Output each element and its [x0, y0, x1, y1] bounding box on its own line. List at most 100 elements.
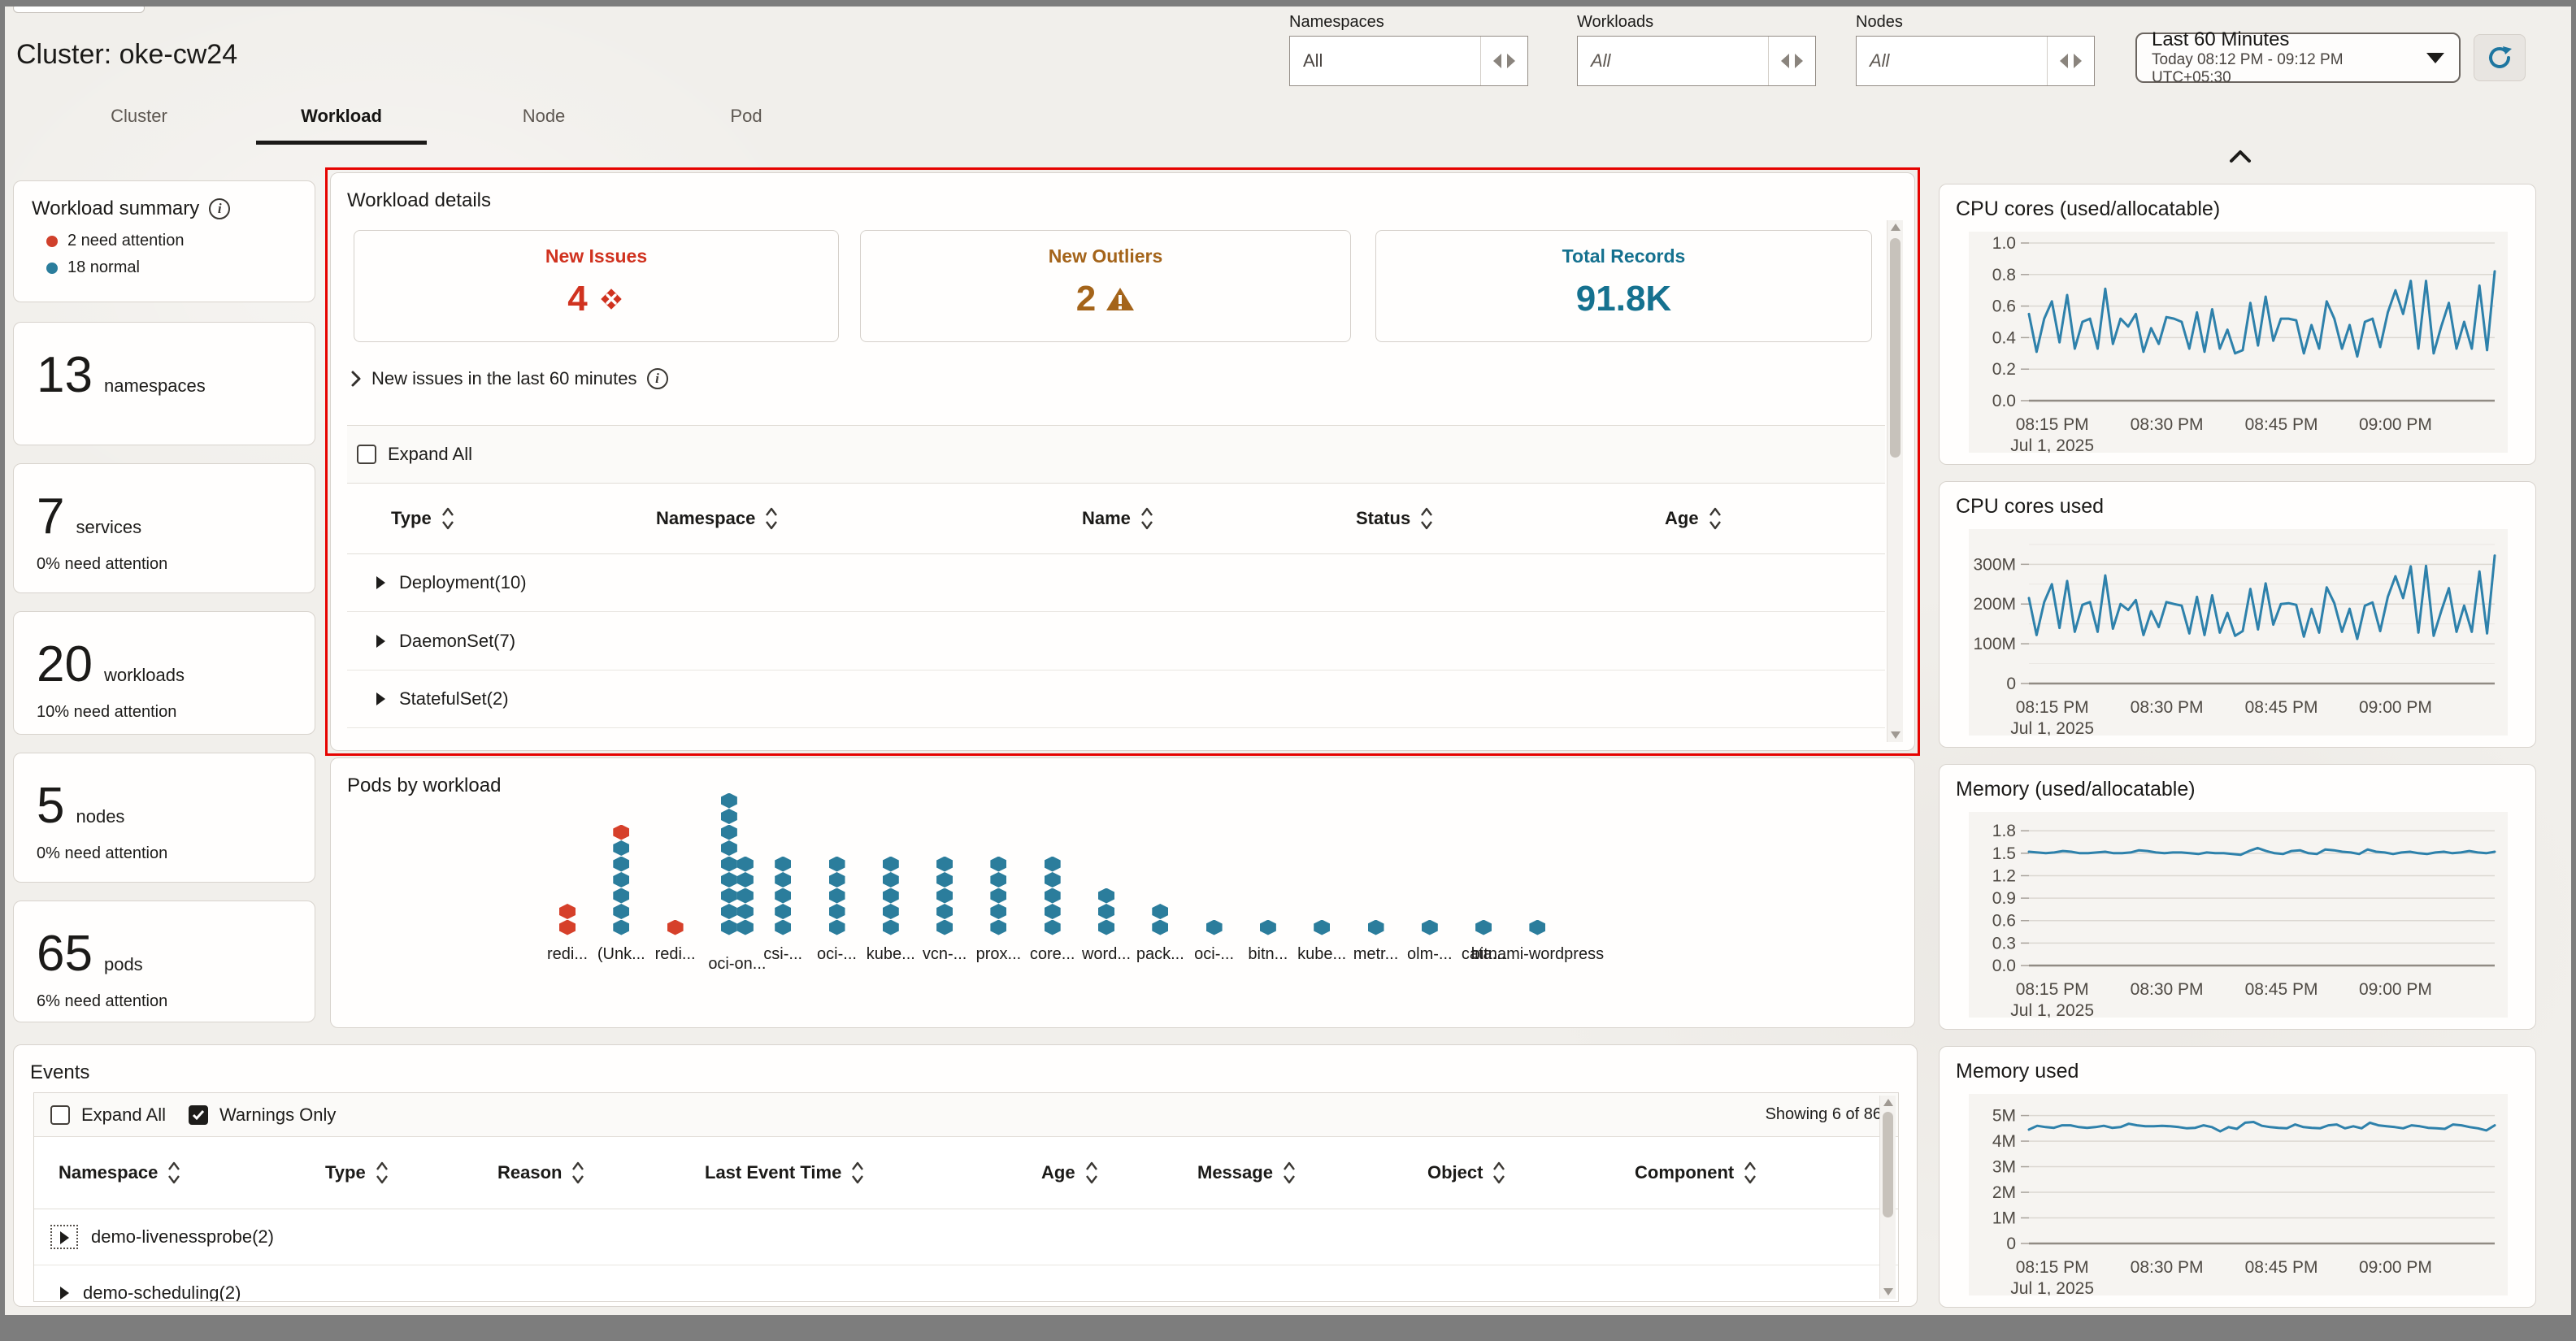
pod-dot[interactable]	[829, 920, 845, 935]
pod-dot[interactable]	[1422, 920, 1438, 935]
arrow-right-icon[interactable]	[1795, 54, 1803, 68]
pod-dot[interactable]	[721, 904, 737, 919]
column-header-namespace[interactable]: Namespace	[59, 1161, 180, 1185]
pod-dot[interactable]	[1045, 872, 1061, 887]
pod-dot[interactable]	[1045, 888, 1061, 904]
column-header-age[interactable]: Age	[1041, 1161, 1098, 1185]
stat-card-pods[interactable]: 65pods6% need attention	[13, 901, 315, 1022]
arrow-left-icon[interactable]	[2060, 54, 2068, 68]
column-header-last-event-time[interactable]: Last Event Time	[705, 1161, 864, 1185]
table-row[interactable]: demo-livenessprobe(2)	[34, 1209, 1898, 1265]
refresh-button[interactable]	[2474, 34, 2526, 81]
sort-icon[interactable]	[571, 1161, 584, 1185]
stat-card-workloads[interactable]: 20workloads10% need attention	[13, 611, 315, 735]
pod-dot[interactable]	[613, 920, 629, 935]
sort-icon[interactable]	[441, 506, 454, 531]
pod-dot[interactable]	[613, 825, 629, 840]
pod-dot[interactable]	[721, 920, 737, 935]
warnings-only-checkbox[interactable]	[189, 1105, 208, 1125]
pod-dot[interactable]	[936, 872, 953, 887]
column-header-object[interactable]: Object	[1427, 1161, 1505, 1185]
pod-dot[interactable]	[936, 888, 953, 904]
expand-row-button[interactable]	[50, 1225, 78, 1249]
sort-icon[interactable]	[1140, 506, 1153, 531]
pod-dot[interactable]	[737, 872, 754, 887]
pod-dot[interactable]	[1045, 904, 1061, 919]
pod-dot[interactable]	[829, 888, 845, 904]
filter-input[interactable]: All	[1577, 36, 1816, 86]
pod-dot[interactable]	[829, 872, 845, 887]
sort-icon[interactable]	[851, 1161, 864, 1185]
arrow-left-icon[interactable]	[1781, 54, 1789, 68]
pod-dot[interactable]	[1314, 920, 1330, 935]
column-header-type[interactable]: Type	[391, 506, 454, 531]
table-row[interactable]: Deployment(10)	[347, 554, 1885, 612]
pod-dot[interactable]	[883, 857, 899, 872]
scrollbar-thumb[interactable]	[1883, 1112, 1893, 1217]
pod-dot[interactable]	[883, 904, 899, 919]
kpi-card-new-outliers[interactable]: New Outliers2	[860, 230, 1351, 342]
pod-dot[interactable]	[883, 888, 899, 904]
expand-row-button[interactable]	[59, 1285, 70, 1301]
arrow-right-icon[interactable]	[2074, 54, 2082, 68]
pod-dot[interactable]	[1529, 920, 1545, 935]
info-icon[interactable]: i	[647, 368, 668, 389]
arrow-left-icon[interactable]	[1493, 54, 1501, 68]
pod-dot[interactable]	[559, 904, 576, 919]
expand-row-icon[interactable]	[375, 691, 386, 707]
pod-dot[interactable]	[936, 920, 953, 935]
sort-icon[interactable]	[1085, 1161, 1098, 1185]
pod-dot[interactable]	[883, 920, 899, 935]
workload-table-scrollbar[interactable]	[1887, 220, 1903, 742]
tab-cluster[interactable]: Cluster	[46, 106, 232, 145]
arrow-right-icon[interactable]	[1507, 54, 1515, 68]
pod-dot[interactable]	[775, 872, 791, 887]
pod-dot[interactable]	[1368, 920, 1384, 935]
pod-dot[interactable]	[721, 793, 737, 809]
time-range-select[interactable]: Last 60 Minutes Today 08:12 PM - 09:12 P…	[2135, 33, 2461, 83]
pod-dot[interactable]	[1045, 857, 1061, 872]
stat-card-namespaces[interactable]: 13namespaces	[13, 322, 315, 445]
sort-icon[interactable]	[1709, 506, 1722, 531]
sort-icon[interactable]	[1492, 1161, 1505, 1185]
pod-dot[interactable]	[613, 904, 629, 919]
stat-card-services[interactable]: 7services0% need attention	[13, 463, 315, 593]
pod-dot[interactable]	[721, 857, 737, 872]
scroll-down-icon[interactable]	[1891, 731, 1901, 739]
stat-card-nodes[interactable]: 5nodes0% need attention	[13, 753, 315, 883]
pod-dot[interactable]	[775, 920, 791, 935]
new-issues-expander[interactable]: New issues in the last 60 minutes i	[350, 368, 668, 389]
pod-dot[interactable]	[721, 840, 737, 856]
pod-dot[interactable]	[990, 857, 1006, 872]
tab-workload[interactable]: Workload	[248, 106, 435, 145]
expand-row-button[interactable]	[375, 691, 386, 707]
kpi-card-total-records[interactable]: Total Records91.8K	[1375, 230, 1872, 342]
pod-dot[interactable]	[1098, 920, 1114, 935]
pod-dot[interactable]	[775, 857, 791, 872]
expand-all-checkbox[interactable]	[50, 1105, 70, 1125]
expand-row-button[interactable]	[375, 633, 386, 649]
table-row[interactable]: DaemonSet(7)	[347, 613, 1885, 670]
expand-row-icon[interactable]	[375, 633, 386, 649]
pod-dot[interactable]	[1152, 920, 1168, 935]
scroll-down-icon[interactable]	[1883, 1288, 1893, 1295]
expand-row-icon[interactable]	[375, 575, 386, 591]
pod-dot[interactable]	[829, 904, 845, 919]
pod-dot[interactable]	[721, 872, 737, 887]
expand-row-icon[interactable]	[59, 1285, 70, 1301]
expand-all-checkbox[interactable]	[357, 445, 376, 464]
column-header-reason[interactable]: Reason	[497, 1161, 584, 1185]
sort-icon[interactable]	[376, 1161, 389, 1185]
expand-row-icon[interactable]	[59, 1230, 70, 1246]
table-row[interactable]: demo-scheduling(2)	[34, 1265, 1898, 1302]
sort-icon[interactable]	[1420, 506, 1433, 531]
column-header-status[interactable]: Status	[1356, 506, 1433, 531]
pod-dot[interactable]	[613, 857, 629, 872]
pod-dot[interactable]	[1260, 920, 1276, 935]
expand-row-button[interactable]	[375, 575, 386, 591]
pod-dot[interactable]	[936, 857, 953, 872]
scroll-up-icon[interactable]	[1883, 1099, 1893, 1106]
pod-dot[interactable]	[737, 904, 754, 919]
pod-dot[interactable]	[1152, 904, 1168, 919]
pod-dot[interactable]	[613, 888, 629, 904]
